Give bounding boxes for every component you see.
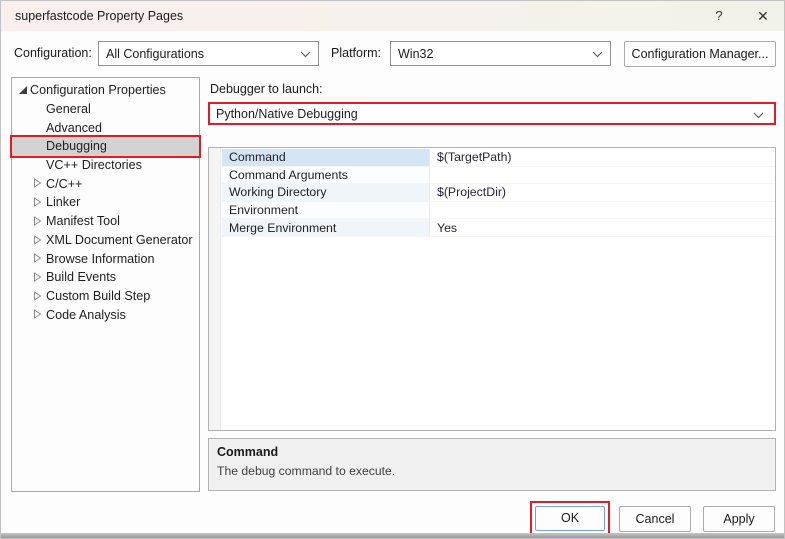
- property-name: Environment: [222, 202, 429, 220]
- tree-item-xml-document-generator[interactable]: XML Document Generator: [12, 231, 199, 250]
- property-value: $(ProjectDir): [429, 184, 775, 202]
- chevron-down-icon: [592, 51, 603, 58]
- tree-item-label: C/C++: [46, 177, 82, 191]
- tree-toggle-icon[interactable]: [32, 141, 42, 151]
- configuration-value: All Configurations: [106, 47, 204, 61]
- help-button[interactable]: ?: [699, 1, 739, 31]
- tree-item-c-c-[interactable]: C/C++: [12, 174, 199, 193]
- description-panel: Command The debug command to execute.: [208, 438, 776, 491]
- window-title: superfastcode Property Pages: [15, 1, 183, 31]
- ok-button[interactable]: OK: [535, 506, 605, 531]
- property-name: Command: [222, 149, 429, 167]
- debugger-select[interactable]: Python/Native Debugging: [208, 102, 776, 125]
- apply-button[interactable]: Apply: [703, 506, 775, 532]
- cancel-button[interactable]: Cancel: [619, 506, 691, 532]
- tree-item-label: General: [46, 102, 91, 116]
- description-title: Command: [217, 445, 767, 459]
- tree-item-custom-build-step[interactable]: Custom Build Step: [12, 287, 199, 306]
- configuration-label: Configuration:: [14, 41, 92, 66]
- property-value: Yes: [429, 219, 775, 237]
- tree-item-label: Advanced: [46, 121, 102, 135]
- tree-toggle-icon[interactable]: [32, 253, 42, 263]
- property-name: Working Directory: [222, 184, 429, 202]
- property-value: [429, 167, 775, 185]
- tree-item-label: Manifest Tool: [46, 214, 120, 228]
- property-value: [429, 202, 775, 220]
- property-name: Merge Environment: [222, 219, 429, 237]
- tree-toggle-icon[interactable]: [32, 160, 42, 170]
- property-pages-dialog: superfastcode Property Pages ? ✕ Configu…: [0, 0, 785, 539]
- property-row-command[interactable]: Command $(TargetPath): [222, 149, 775, 167]
- property-value: $(TargetPath): [429, 149, 775, 167]
- tree-item-debugging[interactable]: Debugging: [12, 137, 199, 156]
- tree-item-code-analysis[interactable]: Code Analysis: [12, 305, 199, 324]
- tree-item-browse-information[interactable]: Browse Information: [12, 249, 199, 268]
- tree-item-label: Build Events: [46, 270, 116, 284]
- configuration-tree: Configuration Properties General Advance…: [11, 77, 200, 492]
- property-row-command-arguments[interactable]: Command Arguments: [222, 167, 775, 185]
- tree-toggle-icon[interactable]: [32, 309, 42, 319]
- property-row-environment[interactable]: Environment: [222, 202, 775, 220]
- tree-item-vc-directories[interactable]: VC++ Directories: [12, 156, 199, 175]
- tree-item-label: Code Analysis: [46, 308, 126, 322]
- tree-item-label: Debugging: [46, 139, 107, 153]
- tree-item-build-events[interactable]: Build Events: [12, 268, 199, 287]
- tree-toggle-icon[interactable]: [32, 291, 42, 301]
- tree-toggle-icon[interactable]: [32, 178, 42, 188]
- tree-item-label: Custom Build Step: [46, 289, 150, 303]
- tree-toggle-icon[interactable]: [32, 104, 42, 114]
- chevron-down-icon: [300, 51, 311, 58]
- description-text: The debug command to execute.: [217, 464, 767, 478]
- tree-toggle-icon[interactable]: [32, 122, 42, 132]
- chevron-down-icon: [753, 112, 764, 119]
- tree-toggle-icon[interactable]: [32, 235, 42, 245]
- property-name: Command Arguments: [222, 167, 429, 185]
- platform-value: Win32: [398, 47, 433, 61]
- tree-item-advanced[interactable]: Advanced: [12, 118, 199, 137]
- tree-item-label: XML Document Generator: [46, 233, 193, 247]
- tree-toggle-icon[interactable]: [32, 216, 42, 226]
- tree-toggle-icon[interactable]: [32, 272, 42, 282]
- tree-item-label: Configuration Properties: [30, 83, 166, 97]
- tree-item-manifest-tool[interactable]: Manifest Tool: [12, 212, 199, 231]
- platform-label: Platform:: [331, 41, 381, 66]
- configuration-select[interactable]: All Configurations: [98, 41, 319, 66]
- dialog-bottom-shadow: [1, 533, 784, 538]
- tree-toggle-icon[interactable]: [32, 197, 42, 207]
- debugger-value: Python/Native Debugging: [216, 107, 358, 121]
- platform-select[interactable]: Win32: [390, 41, 611, 66]
- titlebar: superfastcode Property Pages ? ✕: [1, 1, 784, 31]
- tree-toggle-icon[interactable]: [18, 85, 28, 95]
- tree-item-configuration-properties[interactable]: Configuration Properties: [12, 81, 199, 100]
- tree-item-linker[interactable]: Linker: [12, 193, 199, 212]
- tree-item-general[interactable]: General: [12, 100, 199, 119]
- configuration-manager-button[interactable]: Configuration Manager...: [624, 41, 776, 67]
- property-row-merge-environment[interactable]: Merge Environment Yes: [222, 219, 775, 237]
- tree-item-label: Linker: [46, 195, 80, 209]
- property-grid-gutter: [209, 148, 221, 430]
- ok-annotation-box: OK: [530, 501, 610, 535]
- tree-item-label: Browse Information: [46, 252, 155, 266]
- tree-item-label: VC++ Directories: [46, 158, 142, 172]
- property-grid: Command $(TargetPath) Command Arguments …: [208, 147, 776, 431]
- close-button[interactable]: ✕: [743, 1, 783, 31]
- debugger-to-launch-label: Debugger to launch:: [210, 77, 323, 102]
- property-row-working-directory[interactable]: Working Directory $(ProjectDir): [222, 184, 775, 202]
